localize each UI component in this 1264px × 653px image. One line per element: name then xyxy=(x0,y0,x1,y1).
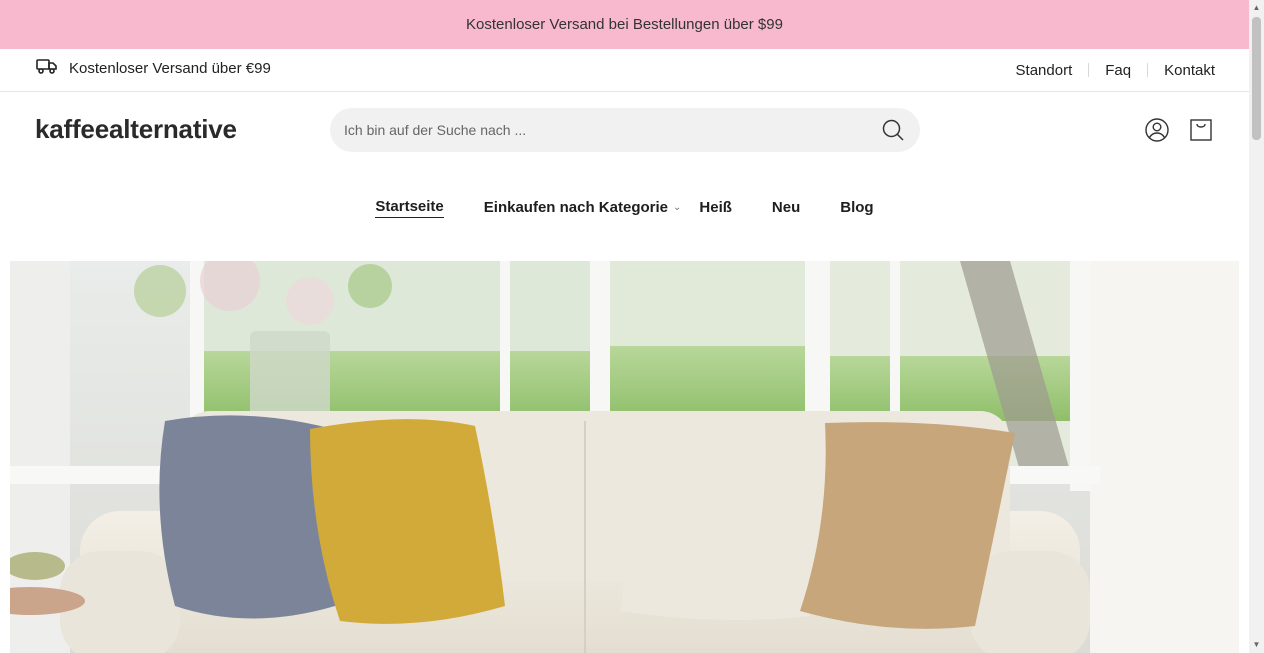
utility-links: Standort Faq Kontakt xyxy=(1016,62,1215,79)
main-nav: Startseite Einkaufen nach Kategorie ⌄ He… xyxy=(0,190,1249,226)
shipping-info: Kostenloser Versand über €99 xyxy=(36,58,271,78)
nav-item-kategorie[interactable]: Einkaufen nach Kategorie ⌄ xyxy=(484,199,682,218)
search-bar xyxy=(330,108,920,152)
site-logo[interactable]: kaffeealternative xyxy=(35,114,237,145)
announcement-text: Kostenloser Versand bei Bestellungen übe… xyxy=(466,16,783,33)
nav-item-neu[interactable]: Neu xyxy=(772,199,800,218)
shipping-text: Kostenloser Versand über €99 xyxy=(69,59,271,77)
link-kontakt[interactable]: Kontakt xyxy=(1164,62,1215,79)
divider xyxy=(1088,63,1090,77)
top-utility-bar: Kostenloser Versand über €99 Standort Fa… xyxy=(0,49,1249,92)
nav-item-startseite[interactable]: Startseite xyxy=(375,198,444,218)
chevron-down-icon: ⌄ xyxy=(673,201,682,213)
site-header: kaffeealternative xyxy=(0,92,1249,168)
scroll-up-icon[interactable]: ▲ xyxy=(1252,4,1261,12)
account-icon[interactable] xyxy=(1145,118,1169,142)
page-scrollbar[interactable]: ▲ ▼ xyxy=(1249,0,1264,653)
divider xyxy=(1147,63,1149,77)
header-actions xyxy=(1145,118,1213,142)
living-room-sofa-pillows-image xyxy=(10,261,1239,653)
announcement-bar: Kostenloser Versand bei Bestellungen übe… xyxy=(0,0,1249,49)
nav-item-label: Einkaufen nach Kategorie xyxy=(483,198,668,216)
nav-item-blog[interactable]: Blog xyxy=(840,199,873,218)
scroll-thumb[interactable] xyxy=(1252,17,1261,140)
cart-icon[interactable] xyxy=(1189,118,1213,142)
truck-icon xyxy=(36,58,58,78)
search-input[interactable] xyxy=(344,122,880,138)
hero-banner[interactable] xyxy=(10,261,1239,653)
search-icon[interactable] xyxy=(880,117,906,143)
nav-item-heiss[interactable]: Heiß xyxy=(699,199,732,218)
link-faq[interactable]: Faq xyxy=(1105,62,1131,79)
link-standort[interactable]: Standort xyxy=(1016,62,1073,79)
scroll-down-icon[interactable]: ▼ xyxy=(1252,641,1261,649)
